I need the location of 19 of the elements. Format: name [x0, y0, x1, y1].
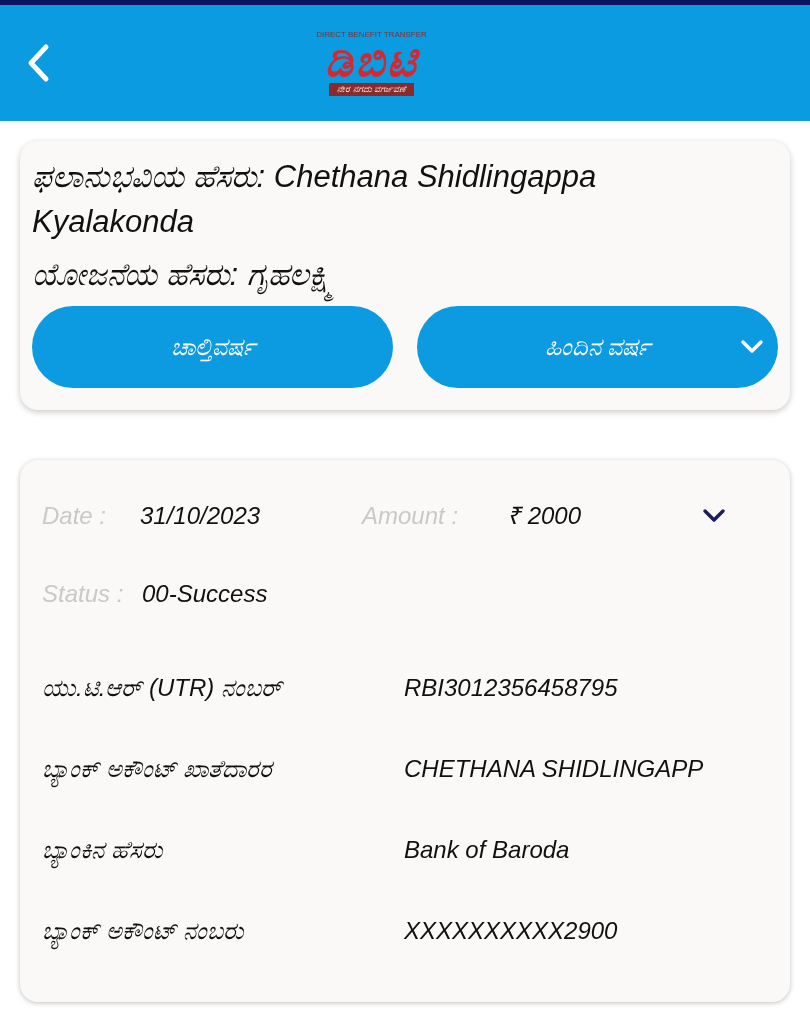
detail-label: ಬ್ಯಾಂಕ್ ಅಕೌಂಟ್ ನಂಬರು: [42, 912, 404, 994]
date-value: 31/10/2023: [140, 500, 262, 531]
detail-value: Bank of Baroda: [404, 834, 570, 865]
amount-value: ₹ 2000: [507, 500, 583, 531]
detail-label: ಬ್ಯಾಂಕಿನ ಹೆಸರು: [42, 831, 404, 913]
expand-icon[interactable]: [702, 507, 726, 524]
year-button[interactable]: ಹಿಂದಿನ ವರ್ಷ: [417, 305, 778, 388]
logo-subtitle: DIRECT BENEFIT TRANSFER: [316, 30, 427, 39]
detail-value: CHETHANA SHIDLINGAPP: [404, 753, 704, 784]
detail-value: XXXXXXXXXX2900: [404, 915, 618, 946]
detail-label: ಬ್ಯಾಂಕ್ ಅಕೌಂಟ್ ಖಾತೆದಾರರ: [42, 750, 404, 832]
year-button[interactable]: ಚಾಲ್ತಿವರ್ಷ: [32, 305, 393, 388]
chevron-down-icon: [740, 337, 764, 356]
logo-tagline: ನೇರ ನಗದು ವರ್ಗಾವಣೆ: [329, 82, 414, 96]
detail-value: RBI3012356458795: [404, 672, 618, 703]
detail-label: ಯು.ಟಿ.ಆರ್ (UTR) ನಂಬರ್: [42, 672, 285, 703]
status-value: 00-Success: [142, 578, 268, 609]
logo-title: ಡಿಬಿಟಿ: [325, 38, 418, 83]
beneficiary-name: ಫಲಾನುಭವಿಯ ಹೆಸರು: Chethana Shidlingappa Kyalakonda: [32, 158, 598, 241]
